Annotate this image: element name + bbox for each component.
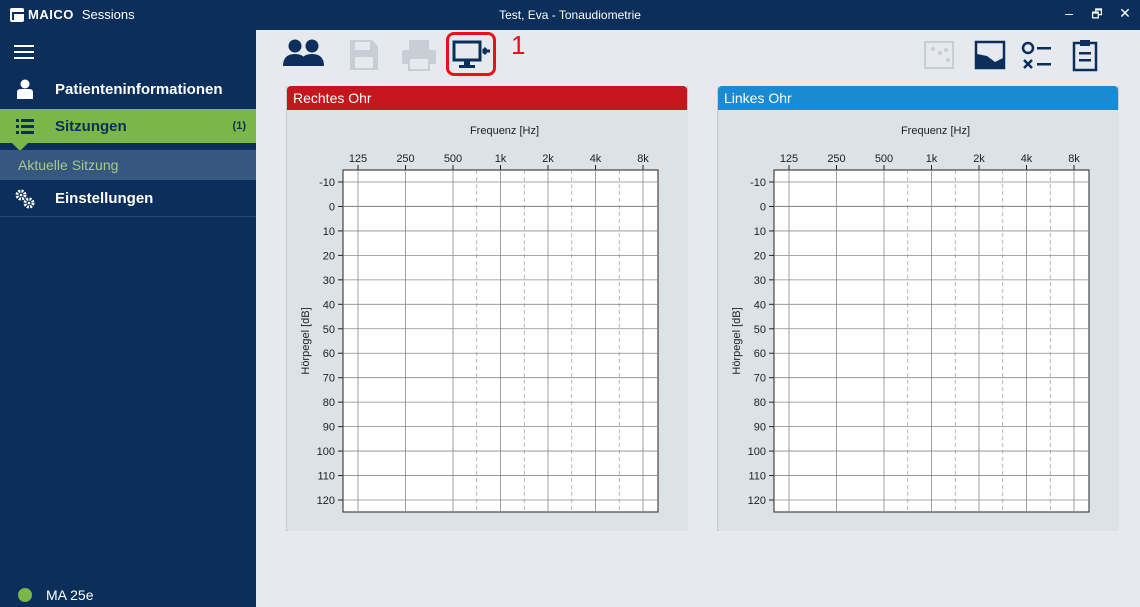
x-tick-label: 2k [973,153,985,165]
y-tick-label: 60 [323,348,335,360]
close-button[interactable]: ✕ [1114,5,1136,22]
patients-icon[interactable] [282,38,324,76]
sidebar-item-settings[interactable]: Einstellungen [0,181,256,217]
y-tick-label: 110 [317,471,335,483]
y-tick-label: 120 [748,495,766,507]
x-axis-label: Frequenz [Hz] [901,125,970,137]
y-tick-label: 30 [754,275,766,287]
y-tick-label: -10 [750,177,766,189]
chart-points-icon[interactable] [922,38,962,76]
session-count-badge: (1) [232,120,246,132]
sidebar-item-patient-info[interactable]: Patienteninformationen [0,72,256,106]
y-tick-label: 10 [754,226,766,238]
person-icon [15,79,35,99]
y-tick-label: 50 [754,324,766,336]
window-title: Test, Eva - Tonaudiometrie [499,8,641,22]
audiogram-right[interactable]: Frequenz [Hz]Hörpegel [dB]125 250 500 1k 2k 4… [287,110,689,531]
x-tick-label: 500 [875,153,893,165]
y-tick-label: 90 [323,422,335,434]
y-tick-label: 70 [323,373,335,385]
highlight-frame [446,32,496,76]
y-tick-label: 80 [754,397,766,409]
y-tick-label: 120 [317,495,335,507]
y-axis-label: Hörpegel [dB] [300,307,312,374]
y-tick-label: 50 [323,324,335,336]
menu-toggle-icon[interactable] [14,45,34,59]
y-tick-label: 20 [323,250,335,262]
panel-title: Linkes Ohr [718,86,1118,110]
x-tick-label: 1k [495,153,507,165]
sidebar-item-label: Einstellungen [55,190,154,207]
x-tick-label: 500 [444,153,462,165]
gears-icon [15,189,35,209]
x-tick-label: 2k [542,153,554,165]
y-tick-label: 40 [323,299,335,311]
y-tick-label: 70 [754,373,766,385]
x-tick-label: 250 [396,153,414,165]
x-tick-label: 8k [637,153,649,165]
title-bar: MAICO Sessions Test, Eva - Tonaudiometri… [0,0,1140,30]
toolbar: 1 [256,30,1140,82]
y-tick-label: 20 [754,250,766,262]
y-tick-label: 100 [317,446,335,458]
list-icon [15,116,35,136]
x-tick-label: 125 [780,153,798,165]
y-tick-label: 0 [760,201,766,213]
y-tick-label: 40 [754,299,766,311]
minimize-button[interactable]: – [1058,5,1080,21]
x-tick-label: 125 [349,153,367,165]
left-ear-panel: Linkes Ohr Frequenz [Hz] Hörpegel [dB] 125… [717,86,1119,531]
x-tick-label: 4k [590,153,602,165]
y-tick-label: 110 [748,471,766,483]
y-tick-label: -10 [319,177,335,189]
sidebar-item-label: Patienteninformationen [55,80,223,98]
y-tick-label: 90 [754,422,766,434]
y-tick-label: 100 [748,446,766,458]
audiogram-left[interactable]: Frequenz [Hz]Hörpegel [dB]125 250 500 1k 2k 4… [718,110,1120,531]
x-tick-label: 8k [1068,153,1080,165]
panel-title: Rechtes Ohr [287,86,687,110]
chart-area-icon[interactable] [973,38,1013,76]
right-ear-panel: Rechtes Ohr Frequenz [Hz] Hörpegel [dB] 12… [286,86,688,531]
checklist-icon[interactable] [1020,38,1060,76]
x-axis-label: Frequenz [Hz] [470,125,539,137]
sidebar-item-sessions[interactable]: Sitzungen (1) [0,109,256,151]
y-tick-label: 0 [329,201,335,213]
maximize-button[interactable]: 🗗 [1086,5,1108,26]
sidebar-subitem-current-session[interactable]: Aktuelle Sitzung [0,150,256,180]
y-tick-label: 30 [323,275,335,287]
y-axis-label: Hörpegel [dB] [731,307,743,374]
x-tick-label: 250 [827,153,845,165]
x-tick-label: 4k [1021,153,1033,165]
y-tick-label: 10 [323,226,335,238]
x-tick-label: 1k [926,153,938,165]
y-tick-label: 60 [754,348,766,360]
clipboard-icon[interactable] [1068,38,1108,76]
sidebar: Patienteninformationen Sitzungen (1) Akt… [0,30,256,607]
y-tick-label: 80 [323,397,335,409]
device-name: MA 25e [46,587,94,603]
connection-status-icon [18,588,32,602]
print-icon[interactable] [400,38,440,76]
sidebar-item-label: Sitzungen [55,117,127,135]
callout-number: 1 [511,30,526,60]
device-status: MA 25e [18,583,93,607]
save-icon[interactable] [348,38,388,76]
